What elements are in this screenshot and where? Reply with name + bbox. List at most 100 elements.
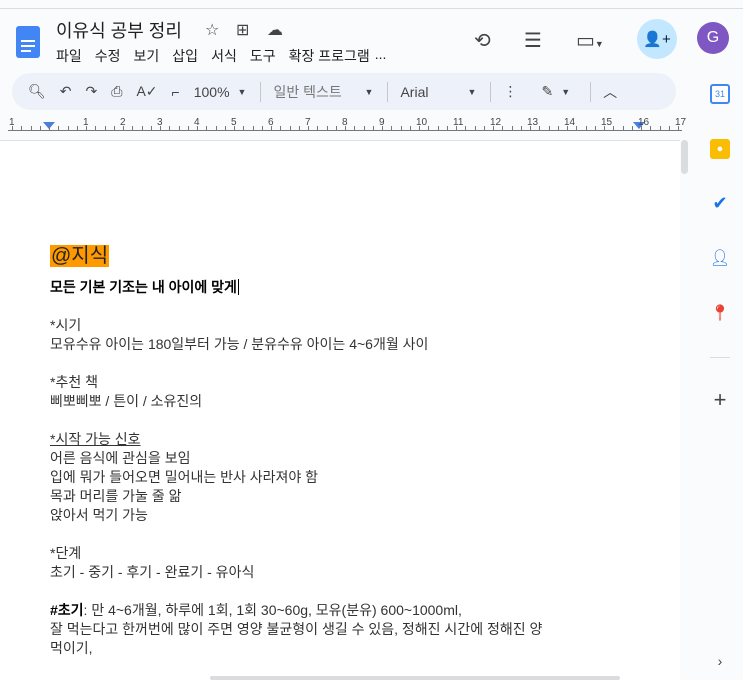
paragraph: #초기: 만 4~6개월, 하루에 1회, 1회 30~60g, 모유(분유) … [50,602,462,618]
document-title[interactable]: 이유식 공부 정리 [56,17,182,43]
paragraph: 잘 먹는다고 한꺼번에 많이 주면 영양 불균형이 생길 수 있음, 정해진 시… [50,621,543,637]
ruler-tick [21,126,23,130]
divider [387,81,389,102]
ruler-tick [613,126,615,130]
ruler-tick [224,126,226,130]
ruler[interactable]: 1 1 2 3 4 5 6 7 8 9 10 11 12 13 14 15 16 17 [0,114,690,136]
ruler-tick [141,126,143,130]
menu-insert[interactable]: 삽입 [172,46,198,66]
vertical-scrollbar[interactable] [681,140,688,174]
ruler-number: 10 [416,117,428,128]
maps-icon[interactable]: 📍︎ [710,303,730,323]
divider [710,357,730,358]
ruler-tick [132,126,134,130]
ruler-tick [86,126,87,130]
comments-icon[interactable]: ☰ [524,28,542,53]
ruler-tick [326,126,328,130]
ruler-tick [243,126,245,130]
meet-video-icon[interactable]: ▭▼ [576,28,604,53]
tasks-icon[interactable]: ✔ [710,193,730,213]
ruler-tick [474,126,476,130]
ruler-tick [511,126,513,130]
ruler-tick [95,126,97,130]
ruler-tick [39,126,41,130]
ruler-tick [409,126,411,130]
paragraph: *시기 [50,317,82,333]
paragraph: 앉아서 먹기 가능 [50,507,148,523]
text-cursor [237,279,239,295]
chevron-right-icon[interactable]: › [710,651,730,671]
editing-mode-icon[interactable]: ✎ ▼ [541,83,570,100]
contacts-icon[interactable]: 👤︎ [710,248,730,268]
ruler-number: 12 [490,117,502,128]
ruler-tick [335,126,337,130]
version-history-icon[interactable]: ⟲ [474,28,491,53]
ruler-tick [160,126,161,130]
ruler-number: 11 [453,117,464,128]
ruler-tick [446,126,448,130]
horizontal-scrollbar[interactable] [210,676,620,680]
paragraph: *단계 [50,545,82,561]
menu-extensions[interactable]: 확장 프로그램 [289,46,370,66]
paragraph: 삐뽀삐뽀 / 튼이 / 소유진의 [50,393,203,409]
menu-format[interactable]: 서식 [211,46,237,66]
redo-icon[interactable]: ↷ [86,83,98,100]
ruler-tick [271,126,272,130]
menu-edit[interactable]: 수정 [95,46,121,66]
ruler-tick [419,126,420,130]
paragraph: 모유수유 아이는 180일부터 가능 / 분유수유 아이는 4~6개월 사이 [50,336,429,352]
ruler-tick [548,126,550,130]
ruler-tick [483,126,485,130]
ruler-tick [382,126,383,130]
print-icon[interactable]: ⎙ [111,83,122,100]
spellcheck-icon[interactable]: A✓ [136,83,157,100]
tag-text: @지식 [50,245,110,267]
ruler-tick [252,126,254,130]
collapse-chevron-up-icon[interactable]: ︿ [603,82,617,102]
font-select[interactable]: Arial ▼ [400,84,476,100]
ruler-tick [622,126,624,130]
calendar-icon[interactable]: 31 [710,84,730,104]
ruler-tick [123,126,124,130]
menu-more[interactable]: ... [375,46,387,66]
cloud-saved-icon[interactable]: ☁ [267,20,283,40]
toolbar: 🔍︎ ↶ ↷ ⎙ A✓ ⌐ 100% ▼ 일반 텍스트 ▼ Arial ▼ ⋮ ✎ ▼ … [12,73,676,110]
window-top-border [0,8,743,9]
ruler-tick [308,126,309,130]
divider [260,81,262,102]
search-icon[interactable]: 🔍︎ [28,83,46,100]
docs-logo-icon[interactable] [16,26,40,58]
ruler-tick [215,126,217,130]
style-select[interactable]: 일반 텍스트 ▼ [273,82,373,102]
divider [590,81,592,102]
ruler-number: 15 [601,117,613,128]
menu-view[interactable]: 보기 [134,46,160,66]
move-folder-icon[interactable]: ⊞ [236,20,249,40]
document-body[interactable]: @지식 모든 기본 기조는 내 아이에 맞게 *시기 모유수유 아이는 180일… [50,245,542,658]
more-options-icon[interactable]: ⋮ [503,83,517,100]
ruler-tick [391,126,393,130]
ruler-tick [576,126,578,130]
ruler-tick [659,126,661,130]
ruler-tick [298,126,300,130]
undo-icon[interactable]: ↶ [60,83,72,100]
ruler-tick [530,126,531,130]
add-addon-icon[interactable]: + [710,387,730,412]
menu-tools[interactable]: 도구 [250,46,276,66]
paragraph: 초기 - 중기 - 후기 - 완료기 - 유아식 [50,564,255,580]
paint-format-icon[interactable]: ⌐ [172,84,180,100]
divider [490,81,492,102]
chevron-down-icon: ▼ [364,86,374,97]
menu-bar: 파일 수정 보기 삽입 서식 도구 확장 프로그램 ... [56,46,386,66]
star-icon[interactable]: ☆ [205,20,219,40]
ruler-tick [641,126,642,130]
keep-icon[interactable]: ● [710,139,730,159]
avatar[interactable]: G [697,22,729,54]
ruler-tick [187,126,189,130]
ruler-tick [67,126,69,130]
menu-file[interactable]: 파일 [56,46,82,66]
heading-text: 모든 기본 기조는 내 아이에 맞게 [50,279,239,295]
share-button[interactable]: 👤+ [637,19,677,59]
zoom-select[interactable]: 100% ▼ [194,84,247,100]
ruler-tick [354,126,356,130]
